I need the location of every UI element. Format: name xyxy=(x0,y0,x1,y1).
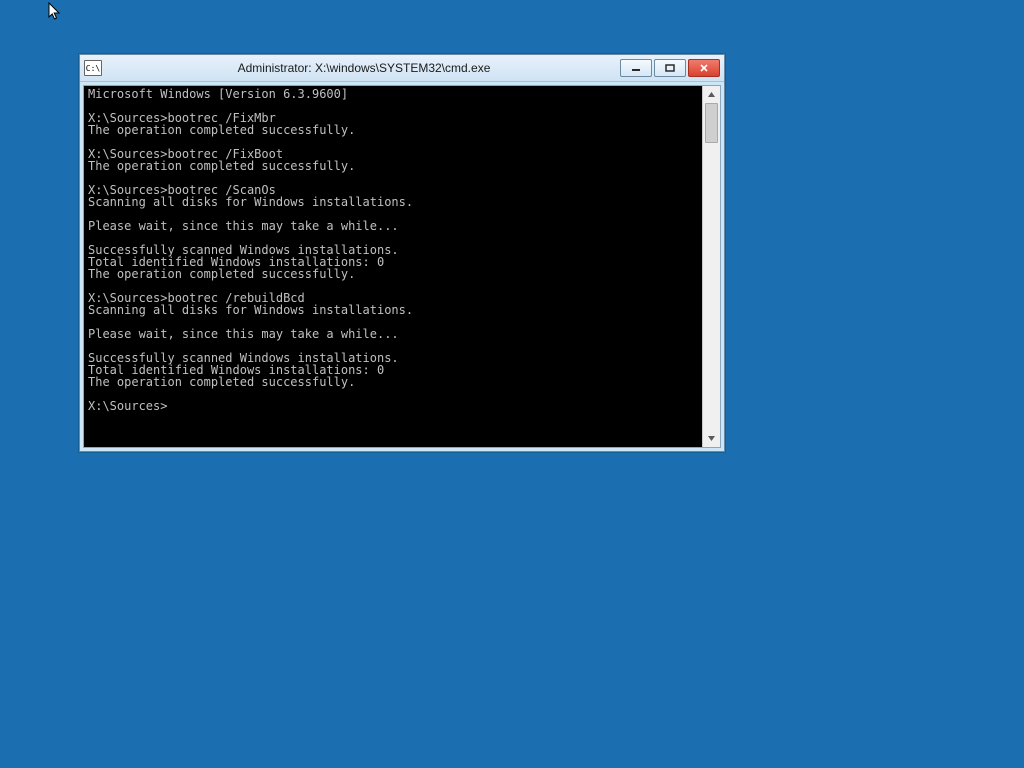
cmd-icon: C:\ xyxy=(84,60,102,76)
close-button[interactable] xyxy=(688,59,720,77)
scroll-thumb[interactable] xyxy=(705,103,718,143)
cmd-window: C:\ Administrator: X:\windows\SYSTEM32\c… xyxy=(79,54,725,452)
window-buttons xyxy=(620,59,720,77)
window-title: Administrator: X:\windows\SYSTEM32\cmd.e… xyxy=(108,61,620,75)
client-area: Microsoft Windows [Version 6.3.9600] X:\… xyxy=(83,85,721,448)
vertical-scrollbar[interactable] xyxy=(702,86,720,447)
scroll-track[interactable] xyxy=(703,103,720,430)
mouse-cursor-icon xyxy=(48,2,62,22)
console-output[interactable]: Microsoft Windows [Version 6.3.9600] X:\… xyxy=(84,86,702,447)
scroll-down-button[interactable] xyxy=(703,430,720,447)
maximize-button[interactable] xyxy=(654,59,686,77)
scroll-up-button[interactable] xyxy=(703,86,720,103)
titlebar[interactable]: C:\ Administrator: X:\windows\SYSTEM32\c… xyxy=(80,55,724,82)
minimize-button[interactable] xyxy=(620,59,652,77)
